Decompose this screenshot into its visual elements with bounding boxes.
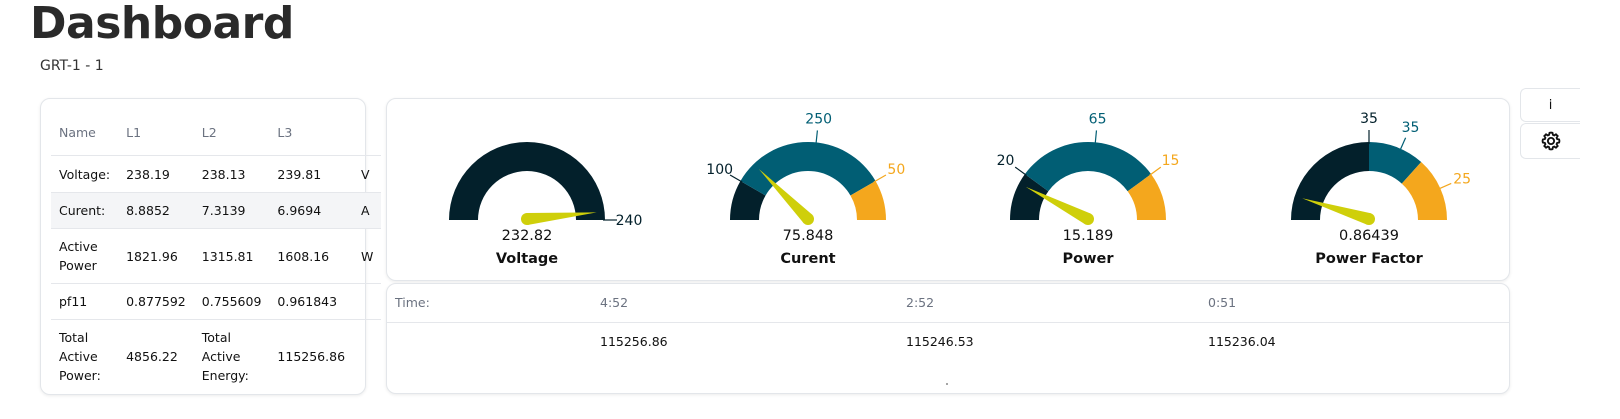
- cell-l2: 0.755609: [193, 283, 270, 320]
- gauge-value: 75.848: [782, 228, 834, 244]
- gear-icon: [1541, 131, 1560, 151]
- gauge-tick: [1094, 130, 1098, 145]
- gauge-tick: [1149, 166, 1162, 176]
- row-label: Curent:: [51, 192, 119, 229]
- cell-l1: 238.19: [118, 155, 194, 193]
- cell-l2: 238.13: [193, 155, 270, 193]
- gauge-tick-label: 65: [1089, 111, 1107, 127]
- current-gauge: 100 250 50 75.848 Curent: [688, 99, 928, 282]
- gauges-card: 240 232.82 Voltage 100 250 50 75.848 Curen…: [386, 98, 1510, 281]
- gauge-title: Curent: [780, 251, 836, 267]
- gauge-needle-hub: [1363, 213, 1375, 225]
- cell-l1: 0.877592: [118, 283, 194, 320]
- row-label: Total Active Power:: [51, 319, 119, 392]
- gauge-needle-hub: [521, 213, 533, 225]
- gauge-tick-label: 15: [1162, 153, 1180, 169]
- cell-l2: 7.3139: [193, 192, 270, 229]
- gauge-tick-label: 20: [997, 153, 1015, 169]
- cell-l3: 0.961843: [269, 283, 354, 320]
- gauge-value: 15.189: [1062, 228, 1114, 244]
- cell-unit: [353, 319, 382, 392]
- row-label: Active Power: [51, 228, 119, 284]
- gauge-value: 0.86439: [1339, 228, 1399, 244]
- table-row: Active Power 1821.96 1315.81 1608.16 W: [51, 228, 382, 284]
- gauge-tick: [1014, 166, 1027, 176]
- energy-value: 115246.53: [906, 334, 974, 349]
- gauge-needle-hub: [802, 213, 814, 225]
- cell-l3: 6.9694: [269, 192, 354, 229]
- power-factor-gauge: 35 35 25 0.86439 Power Factor: [1249, 99, 1489, 282]
- gauge-band: [740, 142, 876, 196]
- table-row: Voltage: 238.19 238.13 239.81 V: [51, 155, 382, 193]
- table-row: Total Active Power: 4856.22 Total Active…: [51, 319, 382, 392]
- time-entry: 0:51: [1208, 295, 1237, 310]
- column-header-name: Name: [59, 124, 96, 140]
- gauge-tick: [873, 174, 887, 183]
- gauge-tick-label: 35: [1360, 111, 1378, 127]
- gauge-tick-label: 35: [1402, 120, 1420, 136]
- gauge-value: 232.82: [501, 228, 553, 244]
- energy-value: 115256.86: [600, 334, 668, 349]
- gauge-title: Voltage: [495, 251, 559, 267]
- power-factor-gauge-dial: 35 35 25: [1291, 111, 1471, 225]
- settings-button[interactable]: [1520, 123, 1580, 159]
- row-label: Total Active Energy:: [193, 319, 270, 392]
- history-time-row: Time: 4:52 2:52 0:51: [387, 284, 1509, 323]
- device-subtitle: GRT-1 - 1: [40, 58, 104, 74]
- gauge-tick: [1399, 137, 1407, 151]
- cell-l1: 1821.96: [118, 228, 194, 284]
- info-button[interactable]: i: [1520, 88, 1580, 122]
- gauge-tick-label: 50: [887, 162, 905, 178]
- history-value-row: 115256.86 115246.53 115236.04: [387, 323, 1509, 361]
- column-header-unit: [353, 109, 381, 156]
- column-header-l1: L1: [126, 124, 142, 140]
- table-row: Curent: 8.8852 7.3139 6.9694 A: [51, 192, 382, 229]
- column-header-l2: L2: [201, 124, 217, 140]
- readings-table: Name L1 L2 L3 Voltage: 238.19 238.13 239…: [51, 109, 382, 392]
- energy-value: 115236.04: [1208, 334, 1276, 349]
- gauge-band: [449, 142, 605, 220]
- voltage-gauge-dial: 240: [449, 142, 643, 229]
- readings-card: Name L1 L2 L3 Voltage: 238.19 238.13 239…: [40, 98, 382, 395]
- gauge-tick-label: 240: [616, 213, 643, 229]
- power-gauge: 20 65 15 15.189 Power: [968, 99, 1208, 282]
- time-entry: 4:52: [600, 295, 629, 310]
- gauge-tick: [1438, 182, 1452, 190]
- gauge-needle-hub: [1082, 213, 1094, 225]
- cell-unit: [353, 283, 382, 320]
- cell-l2: 1315.81: [193, 228, 270, 284]
- gauge-tick-label: 100: [706, 162, 733, 178]
- history-card: Time: 4:52 2:52 0:51 115256.86 115246.53…: [386, 283, 1510, 394]
- total-active-energy-value: 115256.86: [269, 319, 354, 392]
- gauge-title: Power Factor: [1315, 251, 1423, 267]
- row-label: pf11: [51, 283, 119, 320]
- page-title: Dashboard: [30, 0, 294, 49]
- time-label: Time:: [395, 295, 430, 310]
- pagination-dot: [946, 383, 948, 385]
- cell-l3: 239.81: [269, 155, 354, 193]
- cell-l3: 1608.16: [269, 228, 354, 284]
- power-gauge-dial: 20 65 15: [997, 111, 1180, 225]
- cell-unit: W: [353, 228, 382, 284]
- gauge-tick: [815, 130, 819, 145]
- gauge-title: Power: [1062, 251, 1114, 267]
- gauge-band: [1024, 141, 1152, 192]
- table-row: pf11 0.877592 0.755609 0.961843: [51, 283, 382, 320]
- total-active-power-value: 4856.22: [118, 319, 194, 392]
- column-header-l3: L3: [277, 124, 293, 140]
- voltage-gauge: 240 232.82 Voltage: [407, 99, 647, 282]
- gauge-tick-label: 25: [1453, 172, 1471, 188]
- time-entry: 2:52: [906, 295, 935, 310]
- row-label: Voltage:: [51, 155, 119, 193]
- cell-unit: A: [353, 192, 382, 229]
- current-gauge-dial: 100 250 50: [706, 112, 905, 225]
- gauge-tick-label: 250: [805, 112, 832, 128]
- cell-l1: 8.8852: [118, 192, 194, 229]
- cell-unit: V: [353, 155, 382, 193]
